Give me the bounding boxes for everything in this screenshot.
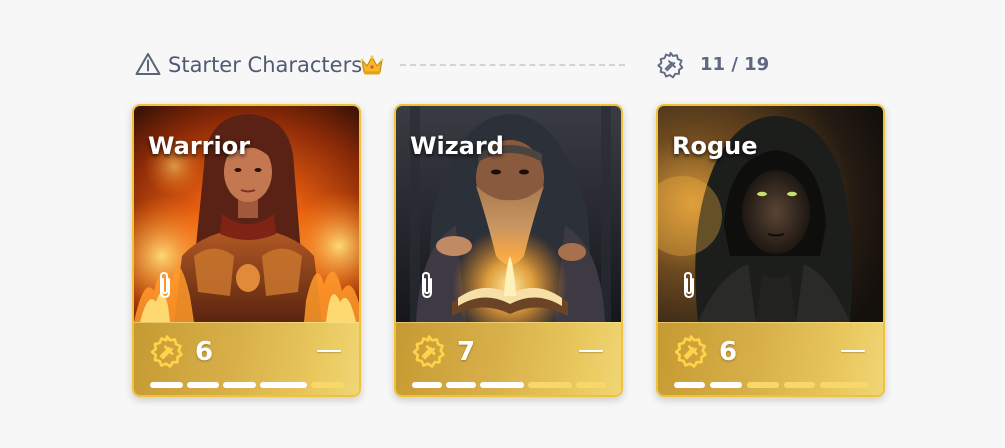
segment	[446, 382, 476, 388]
section-header: Starter Characters 11 / 19	[135, 48, 775, 82]
segment	[528, 382, 572, 388]
card-footer: 7	[396, 322, 621, 395]
segment	[784, 382, 815, 388]
segment	[260, 382, 307, 388]
minus-icon[interactable]	[841, 350, 865, 352]
character-name: Warrior	[148, 132, 251, 160]
segment-bar	[674, 382, 868, 390]
crown-icon	[360, 55, 384, 75]
segment	[747, 382, 779, 388]
header-divider	[400, 64, 625, 66]
paperclip-icon[interactable]	[678, 270, 700, 300]
segment	[187, 382, 219, 388]
segment	[576, 382, 606, 388]
segment-bar	[150, 382, 344, 390]
gear-icon	[674, 335, 707, 368]
paperclip-icon[interactable]	[416, 270, 438, 300]
section-title: Starter Characters	[168, 53, 363, 77]
character-stat-value: 7	[457, 337, 476, 367]
gear-icon	[412, 335, 445, 368]
character-name: Wizard	[410, 132, 504, 160]
character-card-wizard[interactable]: Wizard 7	[394, 104, 623, 397]
collection-progress: 11 / 19	[700, 54, 770, 75]
character-stat-value: 6	[719, 337, 738, 367]
segment	[311, 382, 344, 388]
minus-icon[interactable]	[579, 350, 603, 352]
minus-icon[interactable]	[317, 350, 341, 352]
segment	[674, 382, 705, 388]
segment	[820, 382, 868, 388]
character-card-warrior[interactable]: Warrior 6	[132, 104, 361, 397]
card-footer: 6	[658, 322, 883, 395]
character-name: Rogue	[672, 132, 758, 160]
segment	[412, 382, 442, 388]
character-card-rogue[interactable]: Rogue 6	[656, 104, 885, 397]
segment	[480, 382, 524, 388]
paperclip-icon[interactable]	[154, 270, 176, 300]
character-stat-value: 6	[195, 337, 214, 367]
gear-icon	[657, 51, 684, 79]
warning-triangle-icon	[135, 53, 161, 75]
segment-bar	[412, 382, 606, 390]
segment	[150, 382, 183, 388]
gear-icon	[150, 335, 183, 368]
card-footer: 6	[134, 322, 359, 395]
segment	[223, 382, 256, 388]
segment	[710, 382, 742, 388]
